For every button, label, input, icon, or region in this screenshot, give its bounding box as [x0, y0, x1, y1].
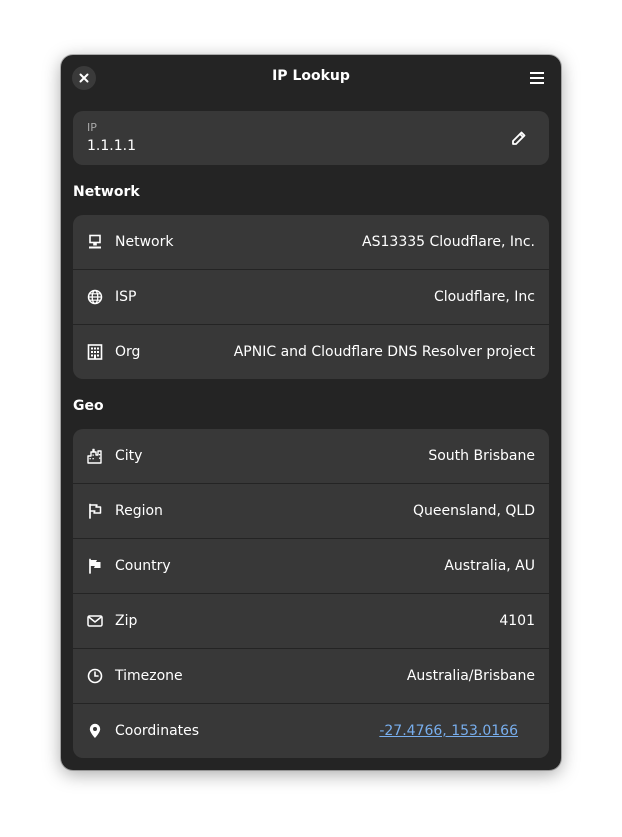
hamburger-menu-icon [530, 72, 544, 84]
network-section-title: Network [73, 184, 140, 200]
main-menu-button[interactable] [523, 64, 551, 92]
row-label: Region [115, 503, 163, 519]
edit-ip-button[interactable] [509, 128, 529, 148]
window-title: IP Lookup [272, 68, 350, 84]
row-label: Network [115, 234, 174, 250]
row-label: ISP [115, 289, 137, 305]
geo-row-city: City South Brisbane [73, 429, 549, 484]
row-value: Australia, AU [444, 558, 535, 574]
city-icon [87, 448, 103, 464]
row-label: Coordinates [115, 723, 200, 739]
network-row-network: Network AS13335 Cloudflare, Inc. [73, 215, 549, 270]
geo-row-coordinates: Coordinates -27.4766, 153.0166 [73, 704, 549, 758]
pencil-icon [511, 130, 527, 146]
row-value: Queensland, QLD [412, 503, 535, 519]
row-value: South Brisbane [428, 448, 535, 464]
geo-row-zip: Zip 4101 [73, 594, 549, 649]
row-value: Australia/Brisbane [406, 668, 535, 684]
network-icon [87, 234, 103, 250]
building-icon [87, 344, 103, 360]
network-row-isp: ISP Cloudflare, Inc [73, 270, 549, 325]
header-bar: IP Lookup [61, 55, 561, 101]
coordinates-link[interactable]: -27.4766, 153.0166 [379, 723, 518, 739]
geo-list: City South Brisbane Region Queensland, Q… [73, 429, 549, 758]
mail-icon [87, 613, 103, 629]
row-label: City [115, 448, 143, 464]
location-pin-icon [87, 723, 103, 739]
row-label: Org [115, 344, 141, 360]
row-value: Cloudflare, Inc [433, 289, 535, 305]
network-row-org: Org APNIC and Cloudflare DNS Resolver pr… [73, 325, 549, 379]
flag-outline-icon [87, 503, 103, 519]
row-label: Country [115, 558, 171, 574]
globe-icon [87, 289, 103, 305]
row-value: APNIC and Cloudflare DNS Resolver projec… [233, 344, 535, 360]
flag-filled-icon [87, 558, 103, 574]
app-window: IP Lookup IP 1.1.1.1 Network Network AS1… [61, 55, 561, 770]
ip-value[interactable]: 1.1.1.1 [87, 138, 136, 154]
row-value: AS13335 Cloudflare, Inc. [362, 234, 535, 250]
geo-section-title: Geo [73, 398, 104, 414]
geo-row-country: Country Australia, AU [73, 539, 549, 594]
network-list: Network AS13335 Cloudflare, Inc. ISP Clo… [73, 215, 549, 379]
row-label: Timezone [115, 668, 183, 684]
row-label: Zip [115, 613, 138, 629]
clock-icon [87, 668, 103, 684]
ip-label: IP [87, 121, 97, 134]
row-value: 4101 [499, 613, 535, 629]
ip-entry-row[interactable]: IP 1.1.1.1 [73, 111, 549, 165]
geo-row-region: Region Queensland, QLD [73, 484, 549, 539]
geo-row-timezone: Timezone Australia/Brisbane [73, 649, 549, 704]
